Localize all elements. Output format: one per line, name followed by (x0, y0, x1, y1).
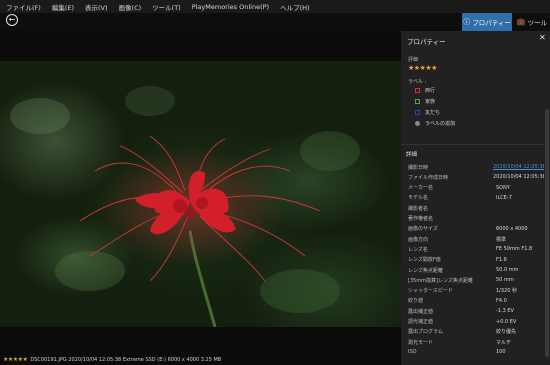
detail-row: 露出プログラム 絞り優先 (408, 327, 544, 337)
menu-tools[interactable]: ツール(T) (146, 2, 186, 12)
detail-key: シャッタースピード (408, 288, 453, 295)
rating-stars[interactable]: ★★★★★ (408, 64, 437, 72)
detail-key: 著作権者名 (408, 216, 434, 222)
detail-key: レンズ焦点距離 (408, 267, 443, 274)
detail-row: [35mm換算]レンズ焦点距離 50 mm (408, 275, 544, 285)
detail-value: F4.0 (496, 297, 507, 304)
close-icon[interactable]: ✕ (539, 34, 546, 42)
detail-row: 調光補正値 +0.0 EV (408, 317, 544, 327)
label-swatch-red (415, 88, 420, 93)
detail-key: レンズ名 (408, 246, 428, 253)
detail-row: レンズ開放F値 F1.8 (408, 255, 544, 265)
back-button[interactable]: ← (6, 14, 18, 26)
panel-scrollbar[interactable] (545, 109, 549, 357)
detail-value: 標準 (496, 236, 507, 243)
add-label-button[interactable]: ラベルの追加 (415, 120, 455, 127)
detail-value: 絞り優先 (496, 329, 517, 336)
tools-tab[interactable]: 💼 ツール (514, 13, 550, 31)
detail-value: 50.0 mm (496, 267, 519, 273)
back-arrow-icon: ← (8, 15, 16, 24)
detail-value: F1.8 (496, 256, 507, 263)
label-swatch-blue (415, 110, 420, 115)
detail-row: 画像方向 標準 (408, 234, 544, 244)
panel-title: プロパティー (407, 38, 446, 46)
detail-key: 画像のサイズ (408, 226, 438, 233)
label-swatch-green (415, 99, 420, 104)
menu-help[interactable]: ヘルプ(H) (274, 2, 314, 12)
detail-value: マルチ (496, 339, 512, 346)
detail-row: 撮影日時 2020/10/04 12:05:38 (408, 162, 544, 172)
menu-bar: ファイル(F) 編集(E) 表示(V) 画像(C) ツール(T) PlayMem… (0, 0, 550, 13)
detail-value: 6000 x 4000 (496, 225, 528, 232)
detail-row: メーカー名 SONY (408, 183, 544, 193)
detail-row: レンズ焦点距離 50.0 mm (408, 265, 544, 275)
detail-key: 絞り値 (408, 298, 424, 305)
detail-key: 調光補正値 (408, 319, 434, 325)
detail-key: 露出プログラム (408, 329, 443, 336)
details-title: 詳細 (406, 152, 418, 158)
detail-key: 画像方向 (408, 236, 429, 243)
detail-key: 撮影日時 (408, 164, 429, 171)
photo-image (10, 86, 360, 327)
photo-viewer[interactable] (0, 61, 401, 327)
label-name: 友だち (425, 110, 441, 116)
detail-row: 画像のサイズ 6000 x 4000 (408, 224, 544, 234)
detail-key: ファイル作成日時 (408, 174, 449, 181)
detail-value: 100 (496, 349, 506, 356)
detail-value: ILCE-7 (496, 194, 512, 201)
detail-value: 2020/10/04 12:05:38 (492, 174, 544, 181)
toolbox-icon: 💼 (516, 18, 526, 26)
menu-view[interactable]: 表示(V) (79, 2, 113, 12)
label-item-0[interactable]: 西行 (415, 87, 435, 94)
add-label-text: ラベルの追加 (425, 121, 456, 127)
menu-playmemories[interactable]: PlayMemories Online(P) (186, 3, 274, 11)
detail-value[interactable]: 2020/10/04 12:05:38 (493, 164, 544, 170)
detail-row: シャッタースピード 1/320 秒 (408, 286, 544, 296)
labels-heading: ラベル : (408, 79, 427, 85)
detail-row: 著作権者名 (408, 214, 544, 224)
rating-label: 評価 (408, 57, 419, 63)
panel-divider (401, 144, 544, 145)
detail-row: 測光モード マルチ (408, 337, 544, 347)
detail-key: モデル名 (408, 195, 429, 202)
detail-row: ISO 100 (408, 347, 544, 357)
properties-panel: プロパティー ✕ 評価 ★★★★★ ラベル : 西行 家族 友だち ラベルの追加… (401, 31, 550, 365)
detail-row: レンズ名 FE 50mm F1.8 (408, 244, 544, 254)
detail-value: 50 mm (496, 277, 514, 284)
menu-edit[interactable]: 編集(E) (46, 2, 79, 12)
label-item-1[interactable]: 家族 (415, 98, 435, 105)
detail-key: 撮影者名 (408, 205, 429, 212)
info-icon: ⓘ (463, 18, 471, 26)
detail-key: 露出補正値 (408, 308, 434, 315)
menu-image[interactable]: 画像(C) (113, 2, 147, 12)
detail-row: 絞り値 F4.0 (408, 296, 544, 306)
detail-value: -1.3 EV (496, 308, 514, 315)
detail-key: レンズ開放F値 (408, 257, 441, 264)
detail-value: +0.0 EV (496, 318, 517, 325)
label-name: 西行 (425, 88, 436, 94)
detail-row: モデル名 ILCE-7 (408, 193, 544, 203)
detail-value: 1/320 秒 (496, 288, 517, 295)
detail-key: [35mm換算]レンズ焦点距離 (408, 277, 473, 284)
detail-value: SONY (496, 184, 510, 191)
status-bar: ★★★★★ DSC00191.JPG 2020/10/04 12:05:38 E… (0, 354, 401, 365)
properties-tab[interactable]: ⓘ プロパティー (462, 13, 512, 31)
status-file-info: DSC00191.JPG 2020/10/04 12:05:38 Extreme… (30, 356, 222, 363)
detail-key: メーカー名 (408, 185, 434, 192)
tools-tab-label: ツール (527, 19, 548, 27)
properties-tab-label: プロパティー (472, 19, 511, 27)
detail-row: 露出補正値 -1.3 EV (408, 306, 544, 316)
detail-row: 撮影者名 (408, 203, 544, 213)
detail-key: ISO (408, 349, 417, 356)
label-item-2[interactable]: 友だち (415, 109, 440, 116)
detail-key: 測光モード (408, 339, 434, 346)
detail-value: FE 50mm F1.8 (496, 246, 533, 253)
detail-row: ファイル作成日時 2020/10/04 12:05:38 (408, 172, 544, 182)
status-rating-stars: ★★★★★ (3, 356, 28, 363)
add-label-icon (415, 121, 420, 126)
label-name: 家族 (425, 99, 436, 105)
menu-file[interactable]: ファイル(F) (0, 2, 46, 12)
